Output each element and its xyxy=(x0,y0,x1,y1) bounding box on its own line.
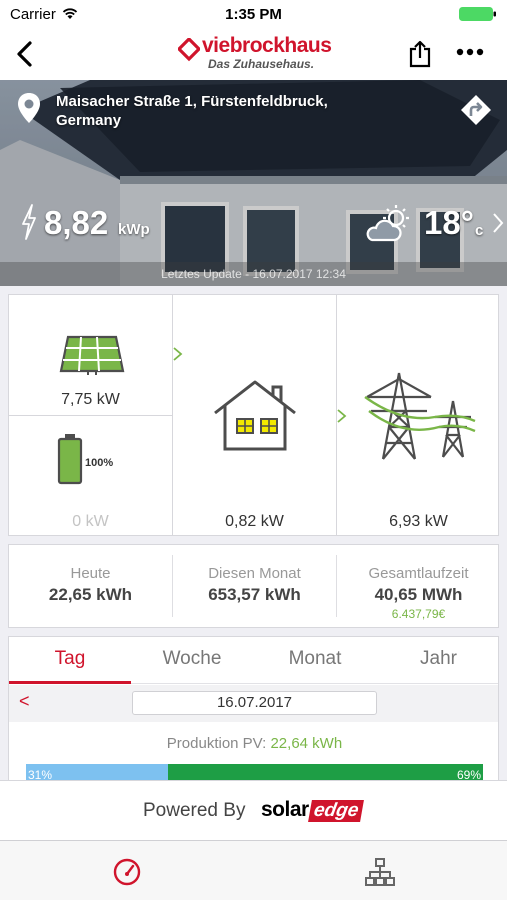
production-card: Tag Woche Monat Jahr < 16.07.2017 Produk… xyxy=(8,636,499,786)
last-update-bar: Letztes Update - 16.07.2017 12:34 xyxy=(0,262,507,286)
grid-export-value: 6,93 kW xyxy=(389,513,448,530)
tab-month[interactable]: Monat xyxy=(253,637,377,684)
today-energy-value: 22,65 kWh xyxy=(48,585,133,604)
solaredge-logo-part-a: solar xyxy=(261,798,309,821)
powered-by-label: Powered By xyxy=(143,800,246,821)
battery-percent: 100% xyxy=(85,457,114,469)
solaredge-logo-part-b: edge xyxy=(307,800,365,822)
more-options-icon[interactable] xyxy=(456,48,484,56)
lightning-icon xyxy=(22,204,36,240)
previous-date-button[interactable]: < xyxy=(19,691,30,712)
temperature-value: 18° xyxy=(424,204,474,241)
bottom-tab-bar xyxy=(0,840,507,900)
brand-tagline: Das Zuhausehaus. xyxy=(208,57,315,71)
peak-power-value: 8,82 xyxy=(44,204,109,241)
solaredge-logo: solar edge xyxy=(261,798,365,822)
date-selector[interactable]: 16.07.2017 xyxy=(132,691,377,715)
last-update-text: Letztes Update - 16.07.2017 12:34 xyxy=(161,267,346,281)
tab-year-label: Jahr xyxy=(420,648,457,669)
clock: 1:35 PM xyxy=(225,6,282,23)
production-label: Produktion PV: xyxy=(166,735,267,752)
tab-year[interactable]: Jahr xyxy=(377,637,498,684)
energy-stats-card: Heute 22,65 kWh Diesen Monat 653,57 kWh … xyxy=(8,544,499,628)
power-flow-card: 7,75 kW 100% 0 kW 0,82 kW 6,93 kW xyxy=(8,294,499,536)
production-summary: Produktion PV: 22,64 kWh xyxy=(9,735,498,752)
powered-by-footer: Powered By solar edge xyxy=(0,780,507,840)
date-navigator: < 16.07.2017 xyxy=(9,685,498,722)
flow-arrow-icon xyxy=(337,409,347,423)
production-value: 22,64 kWh xyxy=(270,735,343,752)
peak-power-unit: kWp xyxy=(118,221,150,238)
partly-sunny-icon xyxy=(366,205,409,242)
temperature-unit: c xyxy=(475,222,484,239)
battery-icon xyxy=(459,7,496,21)
next-chevron-icon[interactable] xyxy=(492,212,504,234)
brand-logo: viebrockhaus Das Zuhausehaus. xyxy=(178,34,338,74)
site-layout-icon[interactable] xyxy=(364,857,396,887)
brand-mark-icon xyxy=(178,38,200,62)
lifetime-revenue-value: 6.437,79€ xyxy=(391,607,446,621)
tab-week[interactable]: Woche xyxy=(131,637,253,684)
lifetime-energy-value: 40,65 MWh xyxy=(374,585,463,604)
divider xyxy=(172,295,173,535)
solar-panel-icon xyxy=(59,335,125,375)
tab-week-label: Woche xyxy=(162,648,222,669)
power-grid-icon xyxy=(364,372,476,460)
home-icon xyxy=(214,380,296,451)
period-tabs: Tag Woche Monat Jahr xyxy=(9,637,498,684)
status-bar: Carrier 1:35 PM xyxy=(0,0,507,28)
month-energy-value: 653,57 kWh xyxy=(208,585,301,604)
dashboard-gauge-icon[interactable] xyxy=(112,857,142,887)
location-pin-icon xyxy=(18,93,40,123)
brand-name: viebrockhaus xyxy=(202,34,332,57)
tab-day-label: Tag xyxy=(54,648,86,669)
directions-icon[interactable] xyxy=(460,94,492,126)
month-label: Diesen Monat xyxy=(208,565,301,582)
navigation-bar: viebrockhaus Das Zuhausehaus. xyxy=(0,28,507,80)
battery-power-value: 0 kW xyxy=(72,513,109,530)
back-chevron-icon[interactable] xyxy=(14,40,34,68)
home-consumption-value: 0,82 kW xyxy=(225,513,284,530)
battery-level-icon xyxy=(57,434,83,485)
tab-day[interactable]: Tag xyxy=(9,637,131,684)
pv-power-value: 7,75 kW xyxy=(61,391,120,408)
site-address: Maisacher Straße 1, Fürstenfeldbruck, Ge… xyxy=(56,93,328,129)
divider xyxy=(9,415,172,416)
share-icon[interactable] xyxy=(408,40,432,68)
tab-month-label: Monat xyxy=(288,648,342,669)
flow-arrow-icon xyxy=(173,347,183,361)
today-label: Heute xyxy=(70,565,111,582)
lifetime-label: Gesamtlaufzeit xyxy=(368,565,469,582)
site-hero: Maisacher Straße 1, Fürstenfeldbruck, Ge… xyxy=(0,80,507,286)
